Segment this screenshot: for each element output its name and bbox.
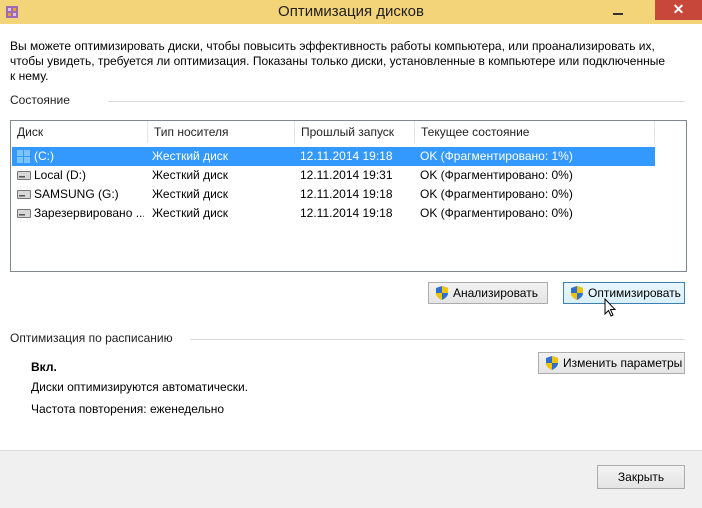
table-row[interactable]: SAMSUNG (G:) Жесткий диск 12.11.2014 19:… [12,185,655,204]
drive-name: SAMSUNG (G:) [34,187,119,201]
hard-drive-icon [17,209,31,218]
current-status: OK (Фрагментировано: 1%) [420,149,573,163]
schedule-state: Вкл. [31,360,57,374]
current-status: OK (Фрагментировано: 0%) [420,168,573,182]
column-header-drive[interactable]: Диск [11,121,148,143]
window-title: Оптимизация дисков [278,3,424,20]
title-bar: Оптимизация дисков ✕ [0,0,702,24]
drive-list[interactable]: Диск Тип носителя Прошлый запуск Текущее… [10,120,687,272]
minimize-icon [613,13,623,15]
table-row[interactable]: Зарезервировано ... Жесткий диск 12.11.2… [12,204,655,223]
drive-name: Local (D:) [34,168,87,182]
dialog-body: Вы можете оптимизировать диски, чтобы по… [0,24,702,508]
last-run: 12.11.2014 19:18 [300,149,393,163]
drive-name: Зарезервировано ... [34,206,144,220]
schedule-frequency: Частота повторения: еженедельно [31,402,225,416]
windows-drive-icon [17,150,30,163]
table-row[interactable]: (C:) Жесткий диск 12.11.2014 19:18 OK (Ф… [12,147,655,166]
media-type: Жесткий диск [152,187,229,201]
close-button[interactable]: Закрыть [597,465,685,489]
current-status: OK (Фрагментировано: 0%) [420,206,573,220]
analyze-label: Анализировать [453,286,538,300]
uac-shield-icon [546,356,558,370]
last-run: 12.11.2014 19:18 [300,187,393,201]
column-header-last-run[interactable]: Прошлый запуск [295,121,415,143]
optimize-label: Оптимизировать [588,286,681,300]
section-divider [108,101,685,102]
media-type: Жесткий диск [152,168,229,182]
table-row[interactable]: Local (D:) Жесткий диск 12.11.2014 19:31… [12,166,655,185]
drive-name: (C:) [34,149,54,163]
last-run: 12.11.2014 19:31 [300,168,393,182]
hard-drive-icon [17,190,31,199]
uac-shield-icon [571,286,583,300]
column-header-status[interactable]: Текущее состояние [415,121,655,143]
media-type: Жесткий диск [152,149,229,163]
change-settings-label: Изменить параметры [563,356,683,370]
schedule-section-title: Оптимизация по расписанию [10,331,173,345]
window-close-button[interactable]: ✕ [655,0,702,20]
uac-shield-icon [436,286,448,300]
last-run: 12.11.2014 19:18 [300,206,393,220]
mouse-cursor-icon [604,298,616,317]
section-divider [190,339,685,340]
minimize-button[interactable] [605,2,631,20]
media-type: Жесткий диск [152,206,229,220]
schedule-auto-text: Диски оптимизируются автоматически. [31,380,249,394]
optimize-button[interactable]: Оптимизировать [563,282,685,304]
description-text: Вы можете оптимизировать диски, чтобы по… [10,39,666,83]
current-status: OK (Фрагментировано: 0%) [420,187,573,201]
hard-drive-icon [17,171,31,180]
analyze-button[interactable]: Анализировать [428,282,548,304]
change-settings-button[interactable]: Изменить параметры [538,352,685,374]
column-header-media[interactable]: Тип носителя [148,121,295,143]
status-section-title: Состояние [10,93,70,107]
